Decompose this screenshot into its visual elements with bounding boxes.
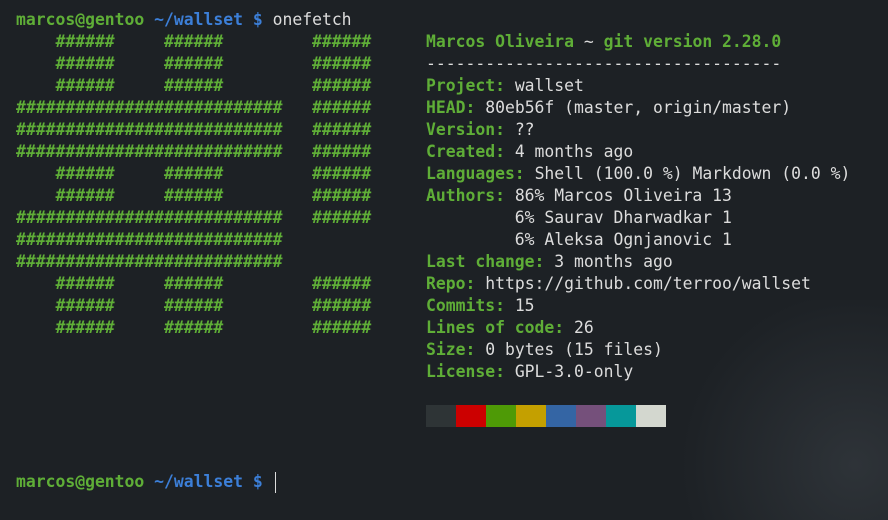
git-version: git version 2.28.0 <box>603 32 782 51</box>
info-row: Created: 4 months ago <box>426 141 850 163</box>
ascii-logo: ###### ###### ###### ###### ###### #####… <box>16 31 371 339</box>
ascii-logo-row: ###### ###### ###### <box>16 296 372 315</box>
color-swatch <box>516 405 546 427</box>
info-value: 26 <box>574 318 594 337</box>
info-row: Languages: Shell (100.0 %) Markdown (0.0… <box>426 163 850 185</box>
color-swatch <box>426 405 456 427</box>
info-key: Size: <box>426 340 486 359</box>
prompt-user-host: marcos@gentoo <box>16 472 145 491</box>
ascii-logo-row: ########################### <box>16 252 283 271</box>
info-value: 4 months ago <box>514 142 634 161</box>
info-row: Version: ?? <box>426 119 850 141</box>
info-value: 80eb56f (master, origin/master) <box>485 98 792 117</box>
ascii-logo-row: ###### ###### ###### <box>16 32 372 51</box>
prompt-path: ~/wallset <box>154 10 243 29</box>
info-row: License: GPL-3.0-only <box>426 361 850 383</box>
ascii-logo-row: ###### ###### ###### <box>16 54 372 73</box>
info-row: 6% Aleksa Ognjanovic 1 <box>426 229 850 251</box>
info-value: https://github.com/terroo/wallset <box>485 274 811 293</box>
info-key: Commits: <box>426 296 515 315</box>
color-swatch <box>456 405 486 427</box>
ascii-logo-row: ########################### <box>16 230 283 249</box>
info-row: Project: wallset <box>426 75 850 97</box>
ascii-logo-row: ###### ###### ###### <box>16 274 372 293</box>
info-value: Shell (100.0 %) Markdown (0.0 %) <box>534 164 851 183</box>
info-value: GPL-3.0-only <box>514 362 634 381</box>
info-row: HEAD: 80eb56f (master, origin/master) <box>426 97 850 119</box>
info-key: Project: <box>426 76 515 95</box>
info-key: License: <box>426 362 515 381</box>
color-palette <box>426 405 666 427</box>
command-line: marcos@gentoo ~/wallset $ onefetch <box>16 9 352 31</box>
active-prompt-line[interactable]: marcos@gentoo ~/wallset $ <box>16 471 277 493</box>
prompt-symbol: $ <box>252 472 263 491</box>
info-value: wallset <box>514 76 584 95</box>
info-header: Marcos Oliveira ~ git version 2.28.0 <box>426 31 850 53</box>
info-separator: ------------------------------------ <box>426 54 782 73</box>
info-key: Lines of code: <box>426 318 575 337</box>
info-key: HEAD: <box>426 98 486 117</box>
prompt-user-host: marcos@gentoo <box>16 10 145 29</box>
info-value: 6% Aleksa Ognjanovic 1 <box>426 230 732 249</box>
ascii-logo-row: ########################### ###### <box>16 120 372 139</box>
author-name: Marcos Oliveira <box>426 32 575 51</box>
ascii-logo-row: ###### ###### ###### <box>16 164 372 183</box>
info-value: 15 <box>514 296 535 315</box>
color-swatch <box>606 405 636 427</box>
ascii-logo-row: ###### ###### ###### <box>16 76 372 95</box>
info-key: Authors: <box>426 186 515 205</box>
info-row: Lines of code: 26 <box>426 317 850 339</box>
info-value: 0 bytes (15 files) <box>485 340 663 359</box>
info-row: Size: 0 bytes (15 files) <box>426 339 850 361</box>
color-swatch <box>636 405 666 427</box>
ascii-logo-row: ###### ###### ###### <box>16 318 372 337</box>
info-row: Repo: https://github.com/terroo/wallset <box>426 273 850 295</box>
color-swatch <box>486 405 516 427</box>
info-row: 6% Saurav Dharwadkar 1 <box>426 207 850 229</box>
color-swatch <box>546 405 576 427</box>
info-key: Version: <box>426 120 515 139</box>
ascii-logo-row: ###### ###### ###### <box>16 186 372 205</box>
ascii-logo-row: ########################### ###### <box>16 142 372 161</box>
prompt-path: ~/wallset <box>154 472 243 491</box>
info-row: Last change: 3 months ago <box>426 251 850 273</box>
info-row: Commits: 15 <box>426 295 850 317</box>
prompt-symbol: $ <box>252 10 263 29</box>
header-tilde: ~ <box>574 32 604 51</box>
ascii-logo-row: ########################### ###### <box>16 98 372 117</box>
color-swatch <box>576 405 606 427</box>
info-key: Languages: <box>426 164 535 183</box>
info-key: Last change: <box>426 252 555 271</box>
info-panel: Marcos Oliveira ~ git version 2.28.0 ---… <box>426 31 850 383</box>
text-cursor <box>274 472 277 493</box>
command-text: onefetch <box>272 10 352 29</box>
info-value: 86% Marcos Oliveira 13 <box>514 186 732 205</box>
info-value: 6% Saurav Dharwadkar 1 <box>426 208 732 227</box>
info-key: Created: <box>426 142 515 161</box>
info-row: Authors: 86% Marcos Oliveira 13 <box>426 185 850 207</box>
terminal-window[interactable]: marcos@gentoo ~/wallset $ onefetch #####… <box>0 0 888 520</box>
info-value: ?? <box>514 120 535 139</box>
info-key: Repo: <box>426 274 486 293</box>
ascii-logo-row: ########################### ###### <box>16 208 372 227</box>
info-value: 3 months ago <box>554 252 673 271</box>
